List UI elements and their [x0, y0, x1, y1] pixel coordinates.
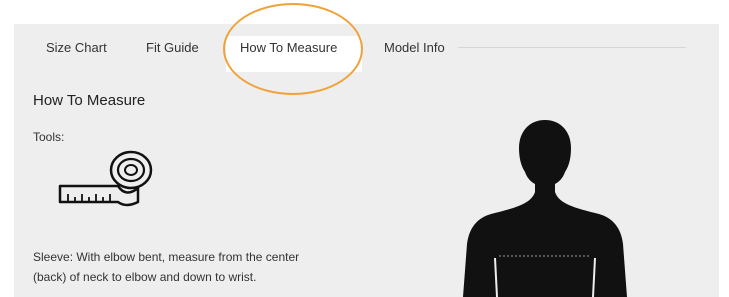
tab-how-to-measure[interactable]: How To Measure: [226, 36, 362, 72]
section-title: How To Measure: [33, 92, 146, 109]
measuring-tape-icon: [58, 150, 153, 207]
tab-model-info[interactable]: Model Info: [370, 36, 470, 72]
instruction-line: Sleeve: With elbow bent, measure from th…: [33, 250, 300, 264]
tab-bar: Size Chart Fit Guide How To Measure Mode…: [14, 24, 719, 72]
size-guide-widget: Size Chart Fit Guide How To Measure Mode…: [0, 0, 729, 297]
sleeve-instruction: Sleeve: With elbow bent, measure from th…: [33, 247, 373, 287]
instruction-line: (back) of neck to elbow and down to wris…: [33, 270, 257, 284]
body-silhouette-icon: [463, 120, 627, 297]
tools-label: Tools:: [33, 130, 65, 144]
tab-divider: [458, 47, 686, 48]
tab-size-chart[interactable]: Size Chart: [32, 36, 126, 72]
tab-fit-guide[interactable]: Fit Guide: [132, 36, 216, 72]
